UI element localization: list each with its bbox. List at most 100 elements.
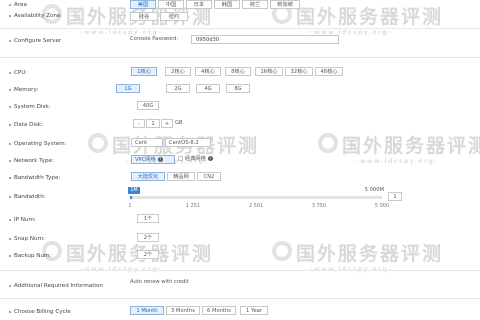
data-disk-increment-button[interactable]: + [161,119,173,128]
system-disk-value: 40G [137,101,159,110]
radio-icon[interactable] [178,156,183,161]
snap-label: Snap Num: [9,236,45,242]
zone-label-text: Availability Zone [14,13,61,19]
bandwidth-value-badge: 1M [128,187,140,194]
console-password-label: Console Password: [130,36,179,42]
os-label: Operating System: [9,141,67,147]
bullet-icon [9,195,11,198]
network-label: Network Type: [9,158,54,164]
backup-label-text: Backup Num: [14,253,52,259]
bandwidth-tick-label: 2 501 [248,203,264,209]
watermark-text: 国外服务器评测 [296,6,444,28]
os-version-select[interactable]: CentOS-8.2 [165,138,211,147]
help-icon[interactable]: ? [157,157,163,162]
ip-label: IP Num: [9,217,36,223]
bandwidth-type-label-text: Bandwidth Type: [14,175,61,181]
server-label: Configure Server [9,38,61,44]
cpu-option-4[interactable]: 4核心 [195,67,221,76]
area-option-us[interactable]: 美国 [130,0,156,9]
bullet-icon [9,176,11,179]
bullet-icon [9,159,11,162]
bullet-icon [9,39,11,42]
bullet-icon [9,237,11,240]
area-label: Area [9,2,27,8]
divider [0,270,480,271]
zone-option-newyork[interactable]: 纽约 [160,12,188,21]
os-family-select[interactable]: Cent [131,138,163,147]
bandwidth-label-text: Bandwidth: [14,194,46,200]
watermark-text: 国外服务器评测 [342,135,480,157]
memory-label-text: Memory: [14,87,39,93]
bandwidth-tick-label: 5 000 [374,203,390,209]
cpu-option-8[interactable]: 8核心 [225,67,251,76]
memory-option-2g[interactable]: 2G [166,84,190,93]
bullet-icon [9,254,11,257]
billing-option-1-year[interactable]: 1 Year [240,306,268,315]
os-label-text: Operating System: [14,141,67,147]
bandwidth-type-label: Bandwidth Type: [9,175,60,181]
auto-renew-checkbox[interactable]: Auto renew with credit [130,278,189,287]
bullet-icon [9,142,11,145]
memory-option-4g[interactable]: 4G [196,84,220,93]
bandwidth-type-option-mainland[interactable]: 大陆优化 [131,172,165,181]
bandwidth-type-option-cn2[interactable]: CN2 [197,172,221,181]
bandwidth-type-option-premium[interactable]: 精品网 [167,172,195,181]
bullet-icon [9,123,11,126]
divider [0,298,480,299]
cpu-option-32[interactable]: 32核心 [285,67,313,76]
area-option-sg[interactable]: 新加坡 [270,0,300,9]
cpu-label-text: CPU: [14,70,28,76]
bullet-icon [9,3,11,6]
memory-label: Memory: [9,87,38,93]
backup-num-value[interactable]: 2个 [137,250,159,259]
watermark-url: -www.idcspy.org- [356,158,439,165]
data-disk-input[interactable]: 1 [146,119,160,128]
help-icon[interactable]: ? [207,156,213,161]
area-option-jp[interactable]: 日本 [186,0,212,9]
network-option-classic[interactable]: 经典网络? [178,155,218,164]
bullet-icon [9,88,11,91]
snap-label-text: Snap Num: [14,236,45,242]
cpu-option-48[interactable]: 48核心 [315,67,343,76]
cpu-option-1[interactable]: 1核心 [131,67,157,76]
zone-label: Availability Zone [9,13,61,19]
bullet-icon [9,218,11,221]
area-option-cn[interactable]: 中国 [158,0,184,9]
system-disk-label-text: System Disk: [14,104,51,110]
bandwidth-tick-label: 3 750 [311,203,327,209]
billing-option-6-months[interactable]: 6 Months [202,306,236,315]
backup-label: Backup Num: [9,253,51,259]
additional-label: Additional Required Information [9,283,103,289]
watermark-logo [272,241,292,261]
billing-option-1-month[interactable]: 1 Month [130,306,164,315]
divider [0,57,480,58]
bandwidth-label: Bandwidth: [9,194,46,200]
cpu-option-2[interactable]: 2核心 [165,67,191,76]
data-disk-decrement-button[interactable]: - [133,119,145,128]
memory-option-1g[interactable]: 1G [116,84,140,93]
data-disk-label: Data Disk: [9,122,43,128]
watermark-logo [88,133,108,153]
network-option-classic-label: 经典网络 [185,156,206,162]
ip-num-value[interactable]: 1个 [137,214,159,223]
billing-label-text: Choose Billing Cycle [14,309,71,315]
console-password-input[interactable]: 0950d30 [191,35,339,44]
bandwidth-slider-track[interactable] [130,196,382,199]
bandwidth-slider-fill [130,196,132,199]
bandwidth-input[interactable]: 1 [388,192,402,201]
billing-option-3-months[interactable]: 3 Months [166,306,200,315]
network-option-vpc[interactable]: VPC网络? [131,155,175,164]
watermark-logo [318,133,338,153]
bandwidth-tick-label: 1 [128,203,132,209]
network-option-vpc-label: VPC网络 [135,157,156,163]
zone-option-siliconvalley[interactable]: 硅谷 [130,12,158,21]
area-option-nl[interactable]: 荷兰 [242,0,268,9]
cpu-option-16[interactable]: 16核心 [255,67,283,76]
bandwidth-max-label: 5 000M [364,187,384,193]
cpu-label: CPU: [9,70,27,76]
memory-option-8g[interactable]: 8G [226,84,250,93]
bullet-icon [9,105,11,108]
bullet-icon [9,71,11,74]
area-option-kr[interactable]: 韩国 [214,0,240,9]
snap-num-value[interactable]: 2个 [137,233,159,242]
